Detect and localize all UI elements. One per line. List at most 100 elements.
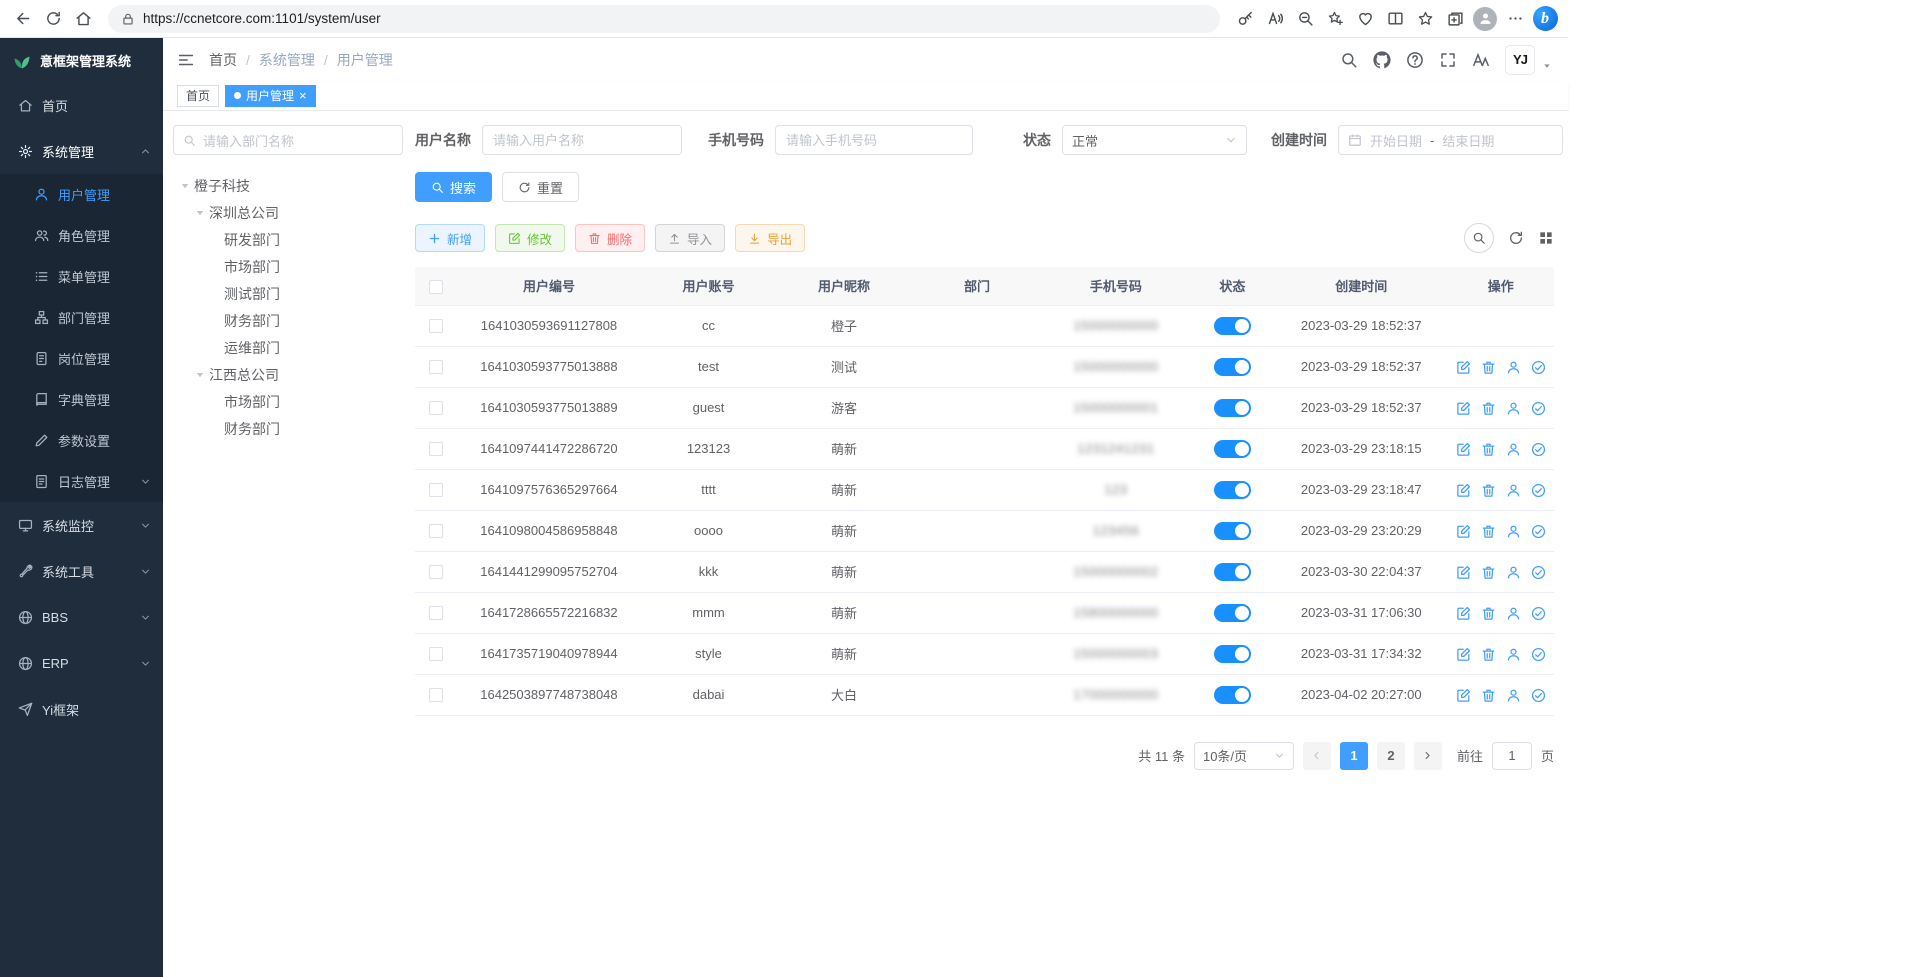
status-toggle[interactable] bbox=[1214, 522, 1251, 540]
assign-role-icon[interactable] bbox=[1531, 483, 1546, 498]
tree-node[interactable]: 财务部门 bbox=[173, 415, 403, 442]
sidebar-item-param[interactable]: 参数设置 bbox=[0, 420, 163, 461]
tab-用户管理[interactable]: 用户管理× bbox=[225, 85, 316, 107]
tab-首页[interactable]: 首页 bbox=[177, 85, 219, 107]
collections-icon[interactable] bbox=[1440, 4, 1470, 34]
tree-node[interactable]: 橙子科技 bbox=[173, 172, 403, 199]
sidebar-item-menu[interactable]: 菜单管理 bbox=[0, 256, 163, 297]
profile-avatar[interactable] bbox=[1470, 4, 1500, 34]
sidebar-item-role[interactable]: 角色管理 bbox=[0, 215, 163, 256]
delete-icon[interactable] bbox=[1481, 565, 1496, 580]
reload-icon[interactable] bbox=[38, 4, 68, 34]
row-checkbox[interactable] bbox=[429, 688, 443, 702]
tree-node[interactable]: 研发部门 bbox=[173, 226, 403, 253]
row-checkbox[interactable] bbox=[429, 442, 443, 456]
select-all-checkbox[interactable] bbox=[429, 280, 443, 294]
delete-icon[interactable] bbox=[1481, 647, 1496, 662]
edit-icon[interactable] bbox=[1456, 483, 1471, 498]
sidebar-item-tools[interactable]: 系统工具 bbox=[0, 548, 163, 594]
tree-node[interactable]: 运维部门 bbox=[173, 334, 403, 361]
reset-button[interactable]: 重置 bbox=[502, 172, 579, 202]
username-input[interactable] bbox=[482, 125, 682, 155]
assign-role-icon[interactable] bbox=[1531, 606, 1546, 621]
assign-role-icon[interactable] bbox=[1531, 360, 1546, 375]
zoom-icon[interactable] bbox=[1290, 4, 1320, 34]
status-toggle[interactable] bbox=[1214, 563, 1251, 581]
favorites-icon[interactable] bbox=[1410, 4, 1440, 34]
tree-node[interactable]: 测试部门 bbox=[173, 280, 403, 307]
sidebar-item-log[interactable]: 日志管理 bbox=[0, 461, 163, 502]
delete-icon[interactable] bbox=[1481, 606, 1496, 621]
reset-password-icon[interactable] bbox=[1506, 565, 1521, 580]
assign-role-icon[interactable] bbox=[1531, 442, 1546, 457]
add-button[interactable]: 新增 bbox=[415, 224, 485, 252]
sidebar-item-monitor[interactable]: 系统监控 bbox=[0, 502, 163, 548]
sidebar-item-home[interactable]: 首页 bbox=[0, 82, 163, 128]
fullscreen-icon[interactable] bbox=[1439, 51, 1457, 69]
refresh-icon[interactable] bbox=[1508, 230, 1524, 246]
read-aloud-icon[interactable] bbox=[1260, 4, 1290, 34]
goto-page-input[interactable] bbox=[1492, 742, 1532, 770]
edit-icon[interactable] bbox=[1456, 442, 1471, 457]
tree-node[interactable]: 财务部门 bbox=[173, 307, 403, 334]
status-toggle[interactable] bbox=[1214, 645, 1251, 663]
status-toggle[interactable] bbox=[1214, 481, 1251, 499]
page-size-select[interactable]: 10条/页 bbox=[1194, 742, 1294, 770]
prev-page-button[interactable] bbox=[1303, 742, 1331, 770]
delete-icon[interactable] bbox=[1481, 360, 1496, 375]
assign-role-icon[interactable] bbox=[1531, 565, 1546, 580]
status-select[interactable]: 正常 bbox=[1062, 125, 1247, 155]
reset-password-icon[interactable] bbox=[1506, 483, 1521, 498]
tree-node[interactable]: 市场部门 bbox=[173, 253, 403, 280]
tree-node[interactable]: 深圳总公司 bbox=[173, 199, 403, 226]
show-search-icon[interactable] bbox=[1464, 223, 1494, 253]
password-key-icon[interactable] bbox=[1230, 4, 1260, 34]
import-button[interactable]: 导入 bbox=[655, 224, 725, 252]
edit-icon[interactable] bbox=[1456, 360, 1471, 375]
edit-icon[interactable] bbox=[1456, 565, 1471, 580]
edit-icon[interactable] bbox=[1456, 606, 1471, 621]
split-screen-icon[interactable] bbox=[1380, 4, 1410, 34]
dept-search-input[interactable]: 请输入部门名称 bbox=[173, 125, 403, 155]
caret-down-icon[interactable] bbox=[194, 369, 206, 381]
reset-password-icon[interactable] bbox=[1506, 647, 1521, 662]
more-icon[interactable] bbox=[1500, 4, 1530, 34]
edit-icon[interactable] bbox=[1456, 647, 1471, 662]
menu-fold-icon[interactable] bbox=[177, 51, 195, 69]
sidebar-item-dept[interactable]: 部门管理 bbox=[0, 297, 163, 338]
home-icon[interactable] bbox=[68, 4, 98, 34]
help-icon[interactable] bbox=[1406, 51, 1424, 69]
sidebar-item-user[interactable]: 用户管理 bbox=[0, 174, 163, 215]
sidebar-item-yi[interactable]: Yi框架 bbox=[0, 686, 163, 732]
row-checkbox[interactable] bbox=[429, 524, 443, 538]
reset-password-icon[interactable] bbox=[1506, 688, 1521, 703]
status-toggle[interactable] bbox=[1214, 604, 1251, 622]
breadcrumb-home[interactable]: 首页 bbox=[209, 50, 237, 70]
row-checkbox[interactable] bbox=[429, 319, 443, 333]
edit-button[interactable]: 修改 bbox=[495, 224, 565, 252]
delete-icon[interactable] bbox=[1481, 524, 1496, 539]
date-range-picker[interactable]: 开始日期 - 结束日期 bbox=[1338, 125, 1563, 155]
back-icon[interactable] bbox=[8, 4, 38, 34]
status-toggle[interactable] bbox=[1214, 317, 1251, 335]
user-avatar[interactable]: YJ bbox=[1505, 45, 1535, 75]
github-icon[interactable] bbox=[1373, 51, 1391, 69]
row-checkbox[interactable] bbox=[429, 565, 443, 579]
assign-role-icon[interactable] bbox=[1531, 401, 1546, 416]
tree-node[interactable]: 江西总公司 bbox=[173, 361, 403, 388]
reset-password-icon[interactable] bbox=[1506, 360, 1521, 375]
delete-icon[interactable] bbox=[1481, 442, 1496, 457]
assign-role-icon[interactable] bbox=[1531, 524, 1546, 539]
assign-role-icon[interactable] bbox=[1531, 647, 1546, 662]
status-toggle[interactable] bbox=[1214, 686, 1251, 704]
font-size-icon[interactable] bbox=[1472, 51, 1490, 69]
phone-input[interactable] bbox=[775, 125, 973, 155]
row-checkbox[interactable] bbox=[429, 483, 443, 497]
delete-icon[interactable] bbox=[1481, 688, 1496, 703]
sidebar-item-system[interactable]: 系统管理 bbox=[0, 128, 163, 174]
close-icon[interactable]: × bbox=[299, 89, 307, 102]
delete-icon[interactable] bbox=[1481, 483, 1496, 498]
edit-icon[interactable] bbox=[1456, 524, 1471, 539]
reset-password-icon[interactable] bbox=[1506, 606, 1521, 621]
status-toggle[interactable] bbox=[1214, 440, 1251, 458]
